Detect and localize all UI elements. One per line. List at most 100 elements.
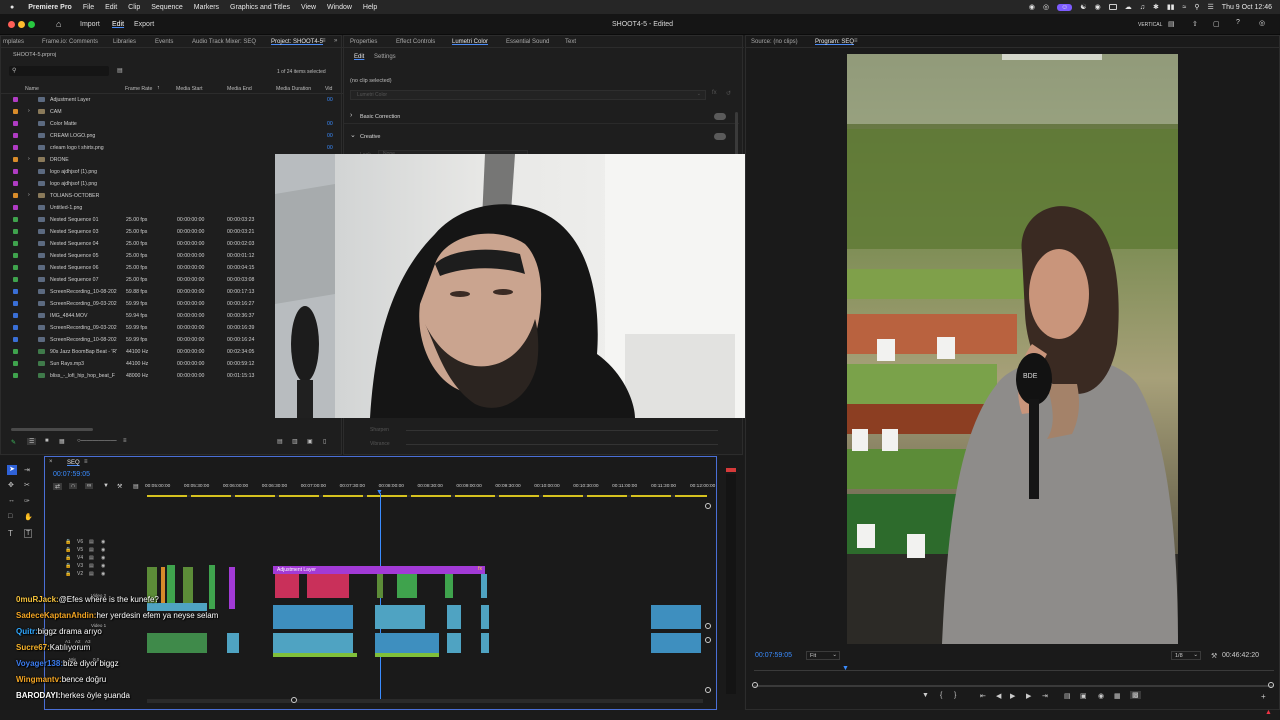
menu-view[interactable]: View <box>301 4 316 11</box>
track-header-v6[interactable]: 🔒 V6 ▤ ◉ <box>65 539 145 547</box>
label-color-swatch[interactable] <box>13 373 18 378</box>
zoom-window-button[interactable] <box>28 21 35 28</box>
project-search-input[interactable]: ⚲ <box>9 66 109 76</box>
tab-essential-sound[interactable]: Essential Sound <box>506 39 549 45</box>
status-icon[interactable]: ☯ <box>1080 3 1086 11</box>
new-bin-icon[interactable]: ▥ <box>292 438 298 445</box>
lock-icon[interactable]: 🔒 <box>65 563 71 569</box>
tab-audio-track-mixer[interactable]: Audio Track Mixer: SEQ <box>192 39 256 45</box>
import-tab[interactable]: Import <box>80 21 100 28</box>
menu-window[interactable]: Window <box>327 4 352 11</box>
edit-tab[interactable]: Edit <box>112 21 124 28</box>
extract-icon[interactable]: ▣ <box>1080 692 1087 700</box>
playhead-handle[interactable]: ▼ <box>376 489 383 496</box>
section-creative[interactable]: ⌄ Creative <box>344 130 739 144</box>
wrench-icon[interactable]: ⚒ <box>1211 652 1217 660</box>
close-sequence-icon[interactable]: × <box>49 459 53 465</box>
label-color-swatch[interactable] <box>13 265 18 270</box>
timeline-clip[interactable] <box>481 633 489 653</box>
razor-tool-icon[interactable]: ✂ <box>24 481 30 489</box>
label-color-swatch[interactable] <box>13 157 18 162</box>
type-tool-icon[interactable]: T <box>8 529 13 538</box>
captions-icon[interactable]: ▤ <box>133 483 139 490</box>
menu-sequence[interactable]: Sequence <box>151 4 183 11</box>
tab-frameio-comments[interactable]: Frame.io: Comments <box>42 39 98 45</box>
tab-lumetri-color[interactable]: Lumetri Color <box>452 39 488 45</box>
label-color-swatch[interactable] <box>13 145 18 150</box>
label-color-swatch[interactable] <box>13 349 18 354</box>
tab-templates[interactable]: mplates <box>3 39 24 45</box>
timeline-clip[interactable] <box>651 633 701 653</box>
status-icon[interactable]: ◉ <box>1029 3 1035 11</box>
reset-icon[interactable]: ↺ <box>726 90 731 97</box>
menu-app-name[interactable]: Premiere Pro <box>28 4 72 11</box>
list-view-icon[interactable]: ☰ <box>27 438 37 445</box>
col-name[interactable]: Name <box>25 86 39 92</box>
track-header-v5[interactable]: 🔒 V5 ▤ ◉ <box>65 547 145 555</box>
bluetooth-icon[interactable]: ✱ <box>1153 3 1159 11</box>
menu-markers[interactable]: Markers <box>194 4 219 11</box>
mark-out-icon[interactable]: } <box>954 692 956 699</box>
eye-icon[interactable]: ◉ <box>101 547 105 553</box>
status-icon[interactable]: ◉ <box>1095 3 1101 11</box>
lumetri-effect-dropdown[interactable]: Lumetri Color ⌄ <box>350 90 706 100</box>
export-tab[interactable]: Export <box>134 21 154 28</box>
go-to-out-icon[interactable]: ⇥ <box>1042 692 1048 700</box>
label-color-swatch[interactable] <box>13 313 18 318</box>
tab-program[interactable]: Program: SEQ <box>815 39 854 45</box>
eye-icon[interactable]: ◉ <box>101 555 105 561</box>
step-forward-icon[interactable]: ▶ <box>1026 692 1031 700</box>
lock-icon[interactable]: 🔒 <box>65 547 71 553</box>
comparison-view-icon[interactable]: ▦ <box>1114 692 1121 700</box>
tab-project[interactable]: Project: SHOOT4-5 <box>271 39 323 45</box>
battery-icon[interactable]: ▮▮ <box>1167 3 1175 11</box>
notifications-icon[interactable]: ◎ <box>1259 19 1265 27</box>
timeline-clip[interactable] <box>481 574 487 598</box>
timeline-clip[interactable] <box>375 605 425 629</box>
project-item-row[interactable]: Color Matte 00 <box>1 118 335 130</box>
label-color-swatch[interactable] <box>13 277 18 282</box>
col-media-duration[interactable]: Media Duration <box>276 86 311 92</box>
track-header-v4[interactable]: 🔒 V4 ▤ ◉ <box>65 555 145 563</box>
program-video-frame[interactable]: BDE <box>847 54 1178 644</box>
tab-events[interactable]: Events <box>155 39 173 45</box>
sync-lock-icon[interactable]: ▤ <box>89 571 94 577</box>
add-marker-icon[interactable]: ▼ <box>103 483 109 489</box>
pen-tool-icon[interactable]: ✑ <box>24 497 30 505</box>
col-media-end[interactable]: Media End <box>227 86 252 92</box>
eye-icon[interactable]: ◉ <box>101 571 105 577</box>
horizontal-scrollbar[interactable] <box>11 428 93 431</box>
project-item-row[interactable]: Adjustment Layer 00 <box>1 94 335 106</box>
program-zoom-bar[interactable] <box>752 682 1274 690</box>
eye-icon[interactable]: ◉ <box>101 563 105 569</box>
tab-libraries[interactable]: Libraries <box>113 39 136 45</box>
wifi-icon[interactable]: ≈ <box>1183 4 1187 11</box>
label-color-swatch[interactable] <box>13 109 18 114</box>
tab-properties[interactable]: Properties <box>350 39 377 45</box>
vibrance-slider[interactable] <box>406 444 718 445</box>
step-back-icon[interactable]: ◀ <box>996 692 1001 700</box>
ripple-edit-tool-icon[interactable]: ✥ <box>8 481 14 489</box>
track-header-v2[interactable]: 🔒 V2 ▤ ◉ <box>65 571 145 579</box>
sync-lock-icon[interactable]: ▤ <box>89 555 94 561</box>
project-item-row[interactable]: › CAM <box>1 106 335 118</box>
close-window-button[interactable] <box>8 21 15 28</box>
share-icon[interactable]: ⇧ <box>1192 20 1198 28</box>
subtab-settings[interactable]: Settings <box>374 54 396 60</box>
tab-source[interactable]: Source: (no clips) <box>751 39 798 45</box>
section-basic-correction[interactable]: › Basic Correction <box>344 110 739 124</box>
timeline-clip[interactable] <box>307 574 349 598</box>
label-color-swatch[interactable] <box>13 337 18 342</box>
sharpen-slider[interactable] <box>406 430 718 431</box>
timeline-clip[interactable] <box>481 605 489 629</box>
label-color-swatch[interactable] <box>13 325 18 330</box>
freeform-view-icon[interactable]: ▦ <box>59 438 65 445</box>
add-button-icon[interactable]: + <box>1261 692 1266 701</box>
camera-icon[interactable]: ◉ <box>1098 692 1104 700</box>
sync-lock-icon[interactable]: ▤ <box>89 563 94 569</box>
rectangle-tool-icon[interactable]: □ <box>8 513 12 520</box>
menu-help[interactable]: Help <box>363 4 377 11</box>
timeline-clip[interactable] <box>447 605 461 629</box>
toggle-proxies-icon[interactable]: ▩ <box>1130 691 1141 699</box>
insert-nest-icon[interactable]: ⇄ <box>53 483 63 490</box>
